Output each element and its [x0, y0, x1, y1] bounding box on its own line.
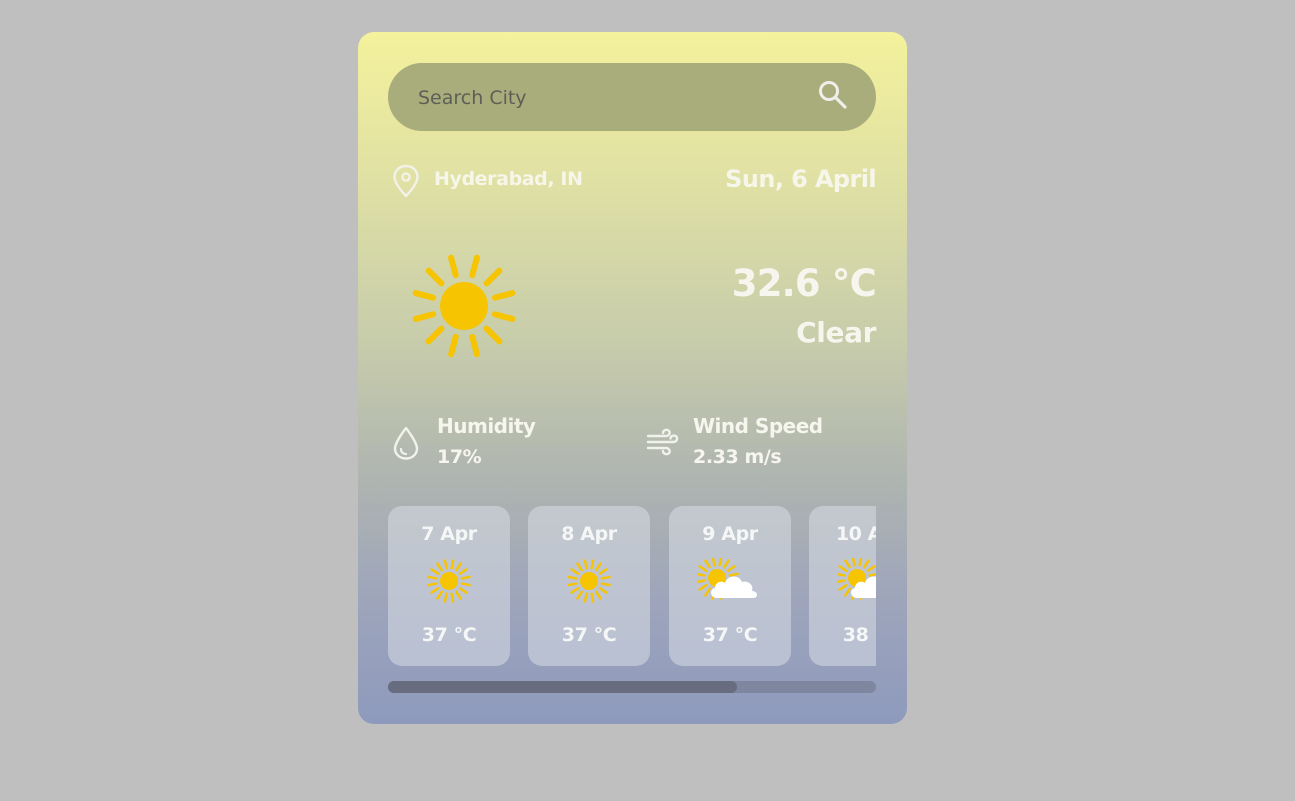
map-pin-icon [393, 164, 419, 198]
forecast-date: 10 Apr [835, 523, 876, 545]
forecast-card: 8 Apr 37 °C [528, 506, 650, 666]
search-icon [819, 81, 847, 109]
sun-icon [567, 559, 611, 603]
search-bar [388, 63, 876, 133]
search-input[interactable] [416, 63, 800, 133]
current-temperature: 32.6 °C [731, 262, 877, 305]
wind-speed-value: 2.33 m/s [693, 446, 782, 468]
sun-icon [427, 559, 471, 603]
weather-card: Hyderabad, IN Sun, 6 April 32.6 °C Clear… [358, 32, 907, 724]
forecast-temp: 37 °C [561, 624, 617, 646]
partly-cloudy-icon [837, 558, 876, 600]
scrollbar-thumb[interactable] [388, 681, 737, 693]
city-name: Hyderabad, IN [434, 168, 583, 190]
droplet-icon [393, 426, 419, 460]
sun-icon [412, 254, 516, 358]
forecast-date: 9 Apr [702, 523, 758, 545]
forecast-date: 7 Apr [421, 523, 477, 545]
search-button[interactable] [816, 78, 852, 114]
forecast-scroller[interactable]: 7 Apr 37 °C 8 Apr 37 °C 9 Apr 37 °C 10 A… [388, 506, 876, 666]
current-date: Sun, 6 April [725, 165, 876, 193]
forecast-temp: 37 °C [421, 624, 477, 646]
humidity-label: Humidity [437, 414, 536, 438]
forecast-date: 8 Apr [561, 523, 617, 545]
weather-condition: Clear [796, 316, 876, 349]
partly-cloudy-icon [697, 558, 758, 600]
wind-speed-label: Wind Speed [693, 414, 823, 438]
forecast-list: 7 Apr 37 °C 8 Apr 37 °C 9 Apr 37 °C 10 A… [388, 506, 876, 666]
forecast-card: 9 Apr 37 °C [669, 506, 791, 666]
forecast-scrollbar[interactable] [388, 681, 876, 693]
forecast-temp: 37 °C [702, 624, 758, 646]
wind-icon [646, 428, 679, 456]
humidity-value: 17% [437, 446, 482, 468]
forecast-card: 7 Apr 37 °C [388, 506, 510, 666]
forecast-temp: 38 °C [842, 624, 876, 646]
location-row: Hyderabad, IN Sun, 6 April [388, 162, 877, 202]
forecast-card: 10 Apr 38 °C [809, 506, 876, 666]
